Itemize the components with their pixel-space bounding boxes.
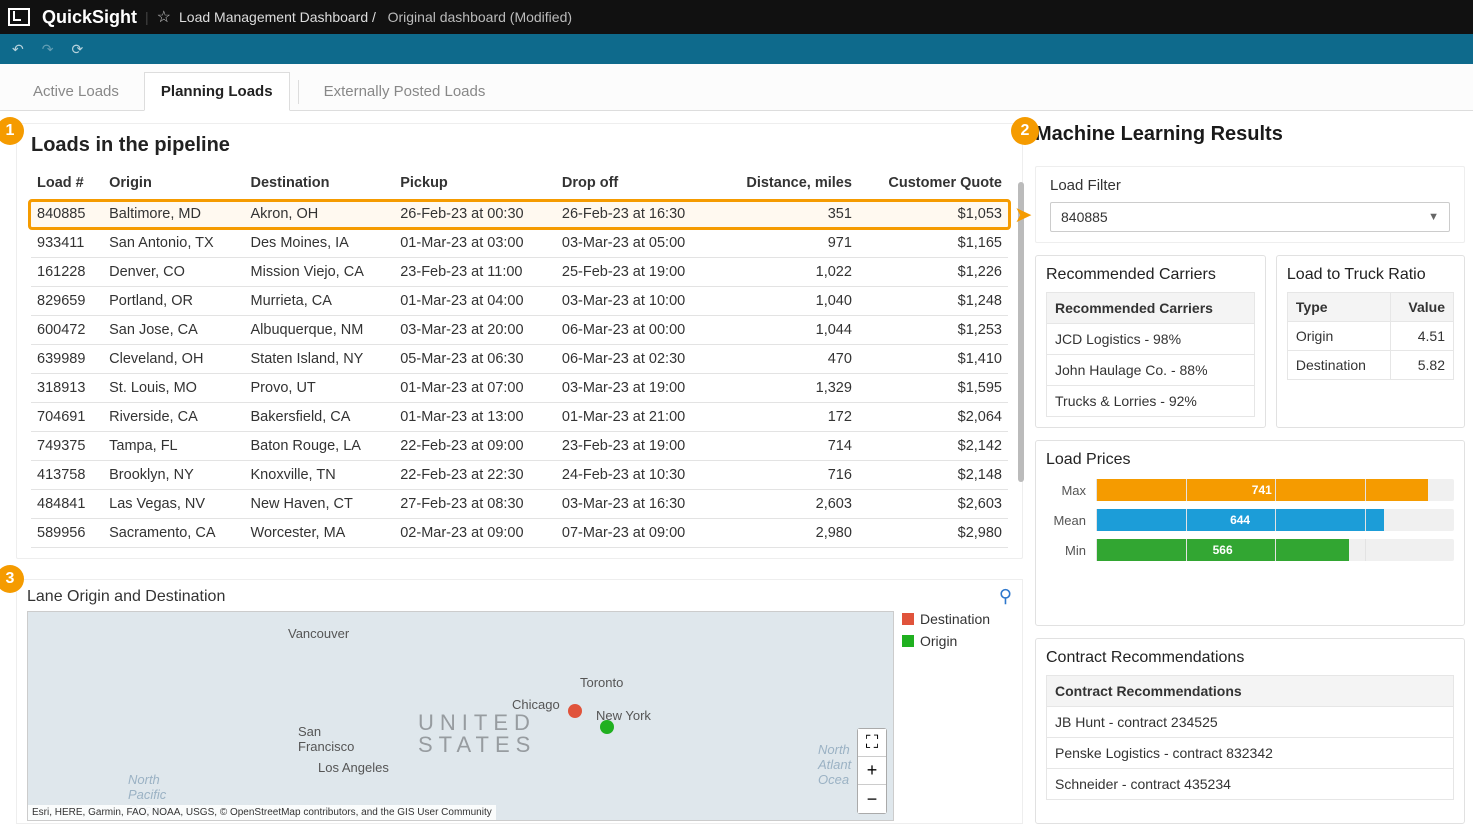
load-truck-ratio-card: Load to Truck Ratio TypeValueOrigin4.51D… [1276,255,1465,428]
table-row[interactable]: 749375Tampa, FLBaton Rouge, LA22-Feb-23 … [31,432,1008,461]
contracts-card: Contract Recommendations Contract Recomm… [1035,638,1465,824]
loads-col-header[interactable]: Pickup [394,167,556,200]
table-row[interactable]: 600472San Jose, CAAlbuquerque, NM03-Mar-… [31,316,1008,345]
loads-col-header[interactable]: Customer Quote [858,167,1008,200]
table-row[interactable]: 933411San Antonio, TXDes Moines, IA01-Ma… [31,229,1008,258]
chevron-down-icon: ▼ [1428,211,1439,223]
app-topbar: QuickSight | ☆ Load Management Dashboard… [0,0,1473,34]
load-truck-ratio-title: Load to Truck Ratio [1287,266,1454,284]
annotation-badge-2: 2 [1011,117,1039,145]
loads-col-header[interactable]: Distance, miles [718,167,858,200]
pipeline-card: Loads in the pipeline Load #OriginDestin… [16,123,1023,559]
bar-label: Mean [1046,513,1086,528]
sheet-tabs: Active Loads Planning Loads Externally P… [0,64,1473,111]
table-row[interactable]: 413758Brooklyn, NYKnoxville, TN22-Feb-23… [31,461,1008,490]
map-visual[interactable]: Vancouver Toronto Chicago New York San F… [27,611,894,821]
table-row[interactable]: 318913St. Louis, MOProvo, UT01-Mar-23 at… [31,374,1008,403]
list-item[interactable]: JCD Logistics - 98% [1046,324,1255,355]
map-home-button[interactable]: ⛶ [858,729,886,757]
load-filter-select[interactable]: 840885 ▼ [1050,202,1450,232]
recommended-carriers-title: Recommended Carriers [1046,266,1255,284]
ml-results-title: Machine Learning Results [1035,123,1465,146]
list-item[interactable]: JB Hunt - contract 234525 [1046,707,1454,738]
table-row[interactable]: 829659Portland, ORMurrieta, CA01-Mar-23 … [31,287,1008,316]
load-prices-title: Load Prices [1046,451,1454,469]
star-icon[interactable]: ☆ [157,7,171,27]
map-label-sf: San Francisco [298,724,354,754]
bar-row: Max741 [1046,479,1454,501]
list-item[interactable]: Schneider - contract 435234 [1046,769,1454,800]
loads-col-header[interactable]: Drop off [556,167,718,200]
load-filter-card: Load Filter 840885 ▼ [1035,166,1465,243]
bar-row: Mean644 [1046,509,1454,531]
legend-swatch-destination [902,613,914,625]
map-dot-destination [568,704,582,718]
map-zoom-out-button[interactable]: − [858,785,886,813]
map-card: Lane Origin and Destination ⚲ Vancouver … [16,579,1023,824]
tab-externally-posted[interactable]: Externally Posted Loads [307,72,503,110]
map-label-la: Los Angeles [318,760,389,775]
breadcrumb[interactable]: Load Management Dashboard / Original das… [179,9,572,25]
load-filter-label: Load Filter [1050,177,1450,194]
map-label-vancouver: Vancouver [288,626,349,641]
map-legend: Destination Origin [902,611,1012,821]
map-zoom-in-button[interactable]: + [858,757,886,785]
loads-col-header[interactable]: Load # [31,167,103,200]
table-row[interactable]: 484841Las Vegas, NVNew Haven, CT27-Feb-2… [31,490,1008,519]
map-dot-origin [600,720,614,734]
redo-icon[interactable]: ↷ [42,41,54,58]
breadcrumb-current[interactable]: Original dashboard (Modified) [388,9,572,25]
ratio-table: TypeValueOrigin4.51Destination5.82 [1287,292,1454,380]
contracts-title: Contract Recommendations [1046,649,1454,667]
pipeline-title: Loads in the pipeline [31,134,1008,157]
table-row[interactable]: 639989Cleveland, OHStaten Island, NY05-M… [31,345,1008,374]
bar-label: Max [1046,483,1086,498]
table-row[interactable]: 161228Denver, COMission Viejo, CA23-Feb-… [31,258,1008,287]
breadcrumb-parent[interactable]: Load Management Dashboard / [179,9,376,25]
bar-row: Min566 [1046,539,1454,561]
load-filter-value: 840885 [1061,209,1108,225]
legend-swatch-origin [902,635,914,647]
map-label-toronto: Toronto [580,675,623,690]
map-attribution: Esri, HERE, Garmin, FAO, NOAA, USGS, © O… [28,805,496,820]
list-item[interactable]: Penske Logistics - contract 832342 [1046,738,1454,769]
edit-toolbar: ↶ ↷ ⟳ [0,34,1473,64]
annotation-arrow-icon: ➤ [1014,202,1032,228]
refresh-icon[interactable]: ⟳ [71,41,83,58]
table-row: Destination5.82 [1287,351,1453,380]
tab-planning-loads[interactable]: Planning Loads [144,72,290,111]
list-item[interactable]: Trucks & Lorries - 92% [1046,386,1255,417]
map-label-us: UNITED STATES [418,712,536,756]
recommended-carriers-card: Recommended Carriers Recommended Carrier… [1035,255,1266,428]
loads-col-header[interactable]: Origin [103,167,244,200]
table-row[interactable]: 840885Baltimore, MDAkron, OH26-Feb-23 at… [31,200,1008,229]
table-row: Origin4.51 [1287,322,1453,351]
load-prices-card: Load Prices Max741 Mean644 Min566 [1035,440,1465,626]
tab-active-loads[interactable]: Active Loads [16,72,136,110]
map-title: Lane Origin and Destination [27,588,225,606]
load-prices-chart: Max741 Mean644 Min566 [1046,479,1454,561]
loads-table: Load #OriginDestinationPickupDrop offDis… [31,167,1008,548]
map-zoom-controls: ⛶ + − [857,728,887,814]
recommended-carriers-header: Recommended Carriers [1046,292,1255,324]
quicksight-logo-icon [8,8,30,26]
loads-col-header[interactable]: Destination [245,167,395,200]
table-row[interactable]: 589956Sacramento, CAWorcester, MA02-Mar-… [31,519,1008,548]
undo-icon[interactable]: ↶ [12,41,24,58]
legend-label-origin: Origin [920,633,957,649]
map-pin-icon[interactable]: ⚲ [999,586,1012,607]
brand-name: QuickSight [42,7,137,28]
list-item[interactable]: John Haulage Co. - 88% [1046,355,1255,386]
bar-label: Min [1046,543,1086,558]
table-row[interactable]: 704691Riverside, CABakersfield, CA01-Mar… [31,403,1008,432]
map-label-na: North Atlant Ocea [818,742,851,787]
contracts-header: Contract Recommendations [1046,675,1454,707]
legend-label-destination: Destination [920,611,990,627]
